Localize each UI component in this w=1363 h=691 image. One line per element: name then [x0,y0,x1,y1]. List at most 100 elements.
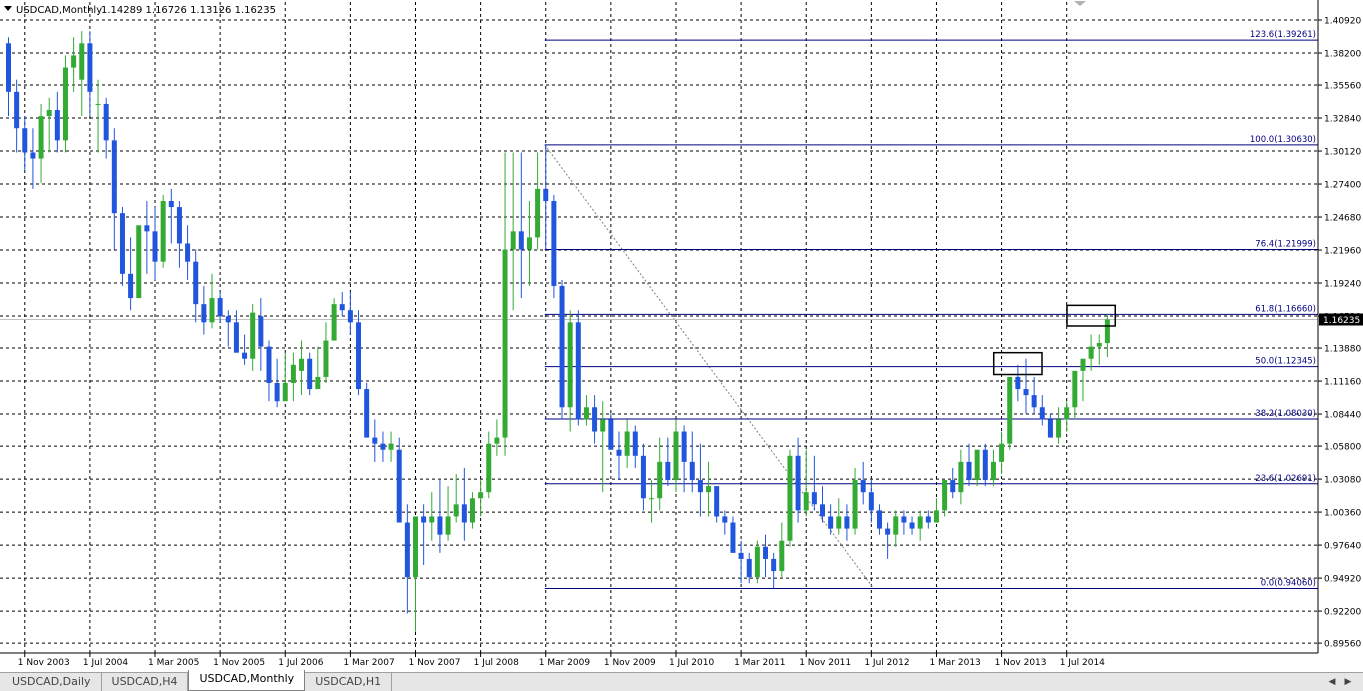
candle-body [535,188,541,238]
candle-body [111,140,117,214]
x-tick-label: 1 Jul 2014 [1060,658,1105,668]
candle-body [347,310,353,323]
candle-body [933,510,939,523]
candle-body [339,304,345,311]
fib-level-label: 123.6(1.39261) [1250,30,1316,40]
candle-body [502,249,508,438]
candle-body [486,443,492,493]
arrow-right-icon[interactable]: ▶ [1342,676,1354,688]
candle-body [299,358,305,371]
candle-body [665,461,671,481]
candle-body [71,55,77,68]
fib-level-label: 23.6(1.02691) [1255,474,1316,484]
candle-body [413,516,418,578]
candle-body [746,558,752,578]
candle-body [567,322,573,408]
candle-body [1007,376,1013,444]
y-tick-label: 1.38200 [1324,50,1361,60]
candle-body [616,449,622,456]
candle-body [689,461,695,481]
y-tick-label: 1.35560 [1324,82,1361,92]
candle-body [119,213,125,274]
candle-body [608,419,614,450]
candle-body [356,322,362,390]
y-tick-label: 0.97640 [1324,542,1361,552]
candle-body [209,298,215,323]
candle-body [404,522,410,578]
fib-level-label: 100.0(1.30630) [1250,135,1316,145]
candle-body [754,546,760,578]
candle-body [876,510,882,529]
candle-body [583,407,589,420]
candle-body [421,516,427,523]
candle-body [697,480,703,493]
tab-usdcad-h4[interactable]: USDCAD,H4 [102,673,189,691]
candle-body [6,43,11,92]
candle-body [136,225,142,299]
candle-body [901,516,907,523]
candle-body [624,431,630,456]
candle-body [673,431,679,481]
candle-body [640,455,646,499]
candle-body [803,492,809,511]
candle-body [925,516,931,523]
fib-level-label: 38.2(1.08030) [1255,409,1316,419]
candle-body [160,201,166,262]
y-tick-label: 1.00360 [1324,509,1361,519]
chart-background [0,0,1363,672]
x-tick-label: 1 Jul 2010 [669,658,714,668]
tab-usdcad-monthly[interactable]: USDCAD,Monthly [188,670,306,691]
current-price-label: 1.16235 [1323,316,1360,326]
candle-body [811,492,817,505]
y-tick-label: 1.19240 [1324,280,1361,290]
candle-body [632,431,638,456]
candle-body [779,540,785,572]
candle-body [478,492,484,499]
candle-body [820,504,825,517]
candle-body [30,152,36,159]
x-tick-label: 1 Nov 2013 [995,658,1047,668]
y-tick-label: 1.13880 [1324,345,1361,355]
tab-usdcad-h1[interactable]: USDCAD,H1 [305,673,393,691]
tab-usdcad-daily[interactable]: USDCAD,Daily [2,673,102,691]
candle-body [331,304,337,341]
candle-body [315,376,321,390]
candle-body [103,103,109,141]
candle-body [461,504,467,523]
x-tick-label: 1 Mar 2005 [148,658,199,668]
candle-body [258,316,264,347]
chart-window[interactable]: 123.6(1.39261) 100.0(1.30630) 76.4(1.21999… [0,0,1363,691]
y-tick-label: 1.32840 [1324,115,1361,125]
candle-body [87,43,93,92]
x-tick-label: 1 Jul 2008 [474,658,519,668]
candle-body [575,322,581,420]
candle-body [233,322,239,353]
candle-body [1096,342,1102,347]
fib-level-label: 50.0(1.12345) [1255,357,1316,367]
candle-body [323,340,329,377]
candle-body [592,407,598,432]
arrow-left-icon[interactable]: ◀ [1326,676,1338,688]
candle-body [437,516,443,535]
candle-body [958,461,964,493]
candle-body [982,449,988,481]
x-tick-label: 1 Mar 2007 [343,658,394,668]
candle-body [128,273,134,299]
candle-body [176,207,182,244]
candle-body [1080,358,1086,371]
candle-body [795,455,801,511]
candle-body [152,231,158,262]
candle-body [909,522,915,529]
candle-body [168,201,174,208]
y-tick-label: 1.24680 [1324,214,1361,224]
candle-body [950,480,956,493]
candle-body [974,449,980,481]
candle-body [14,91,20,129]
candle-body [242,352,248,359]
x-tick-label: 1 Mar 2011 [734,658,785,668]
candle-body [706,486,712,493]
price-chart[interactable]: 123.6(1.39261) 100.0(1.30630) 76.4(1.21999… [0,0,1363,672]
candle-body [526,237,532,250]
x-tick-label: 1 Nov 2007 [409,658,461,668]
candle-body [95,103,101,105]
